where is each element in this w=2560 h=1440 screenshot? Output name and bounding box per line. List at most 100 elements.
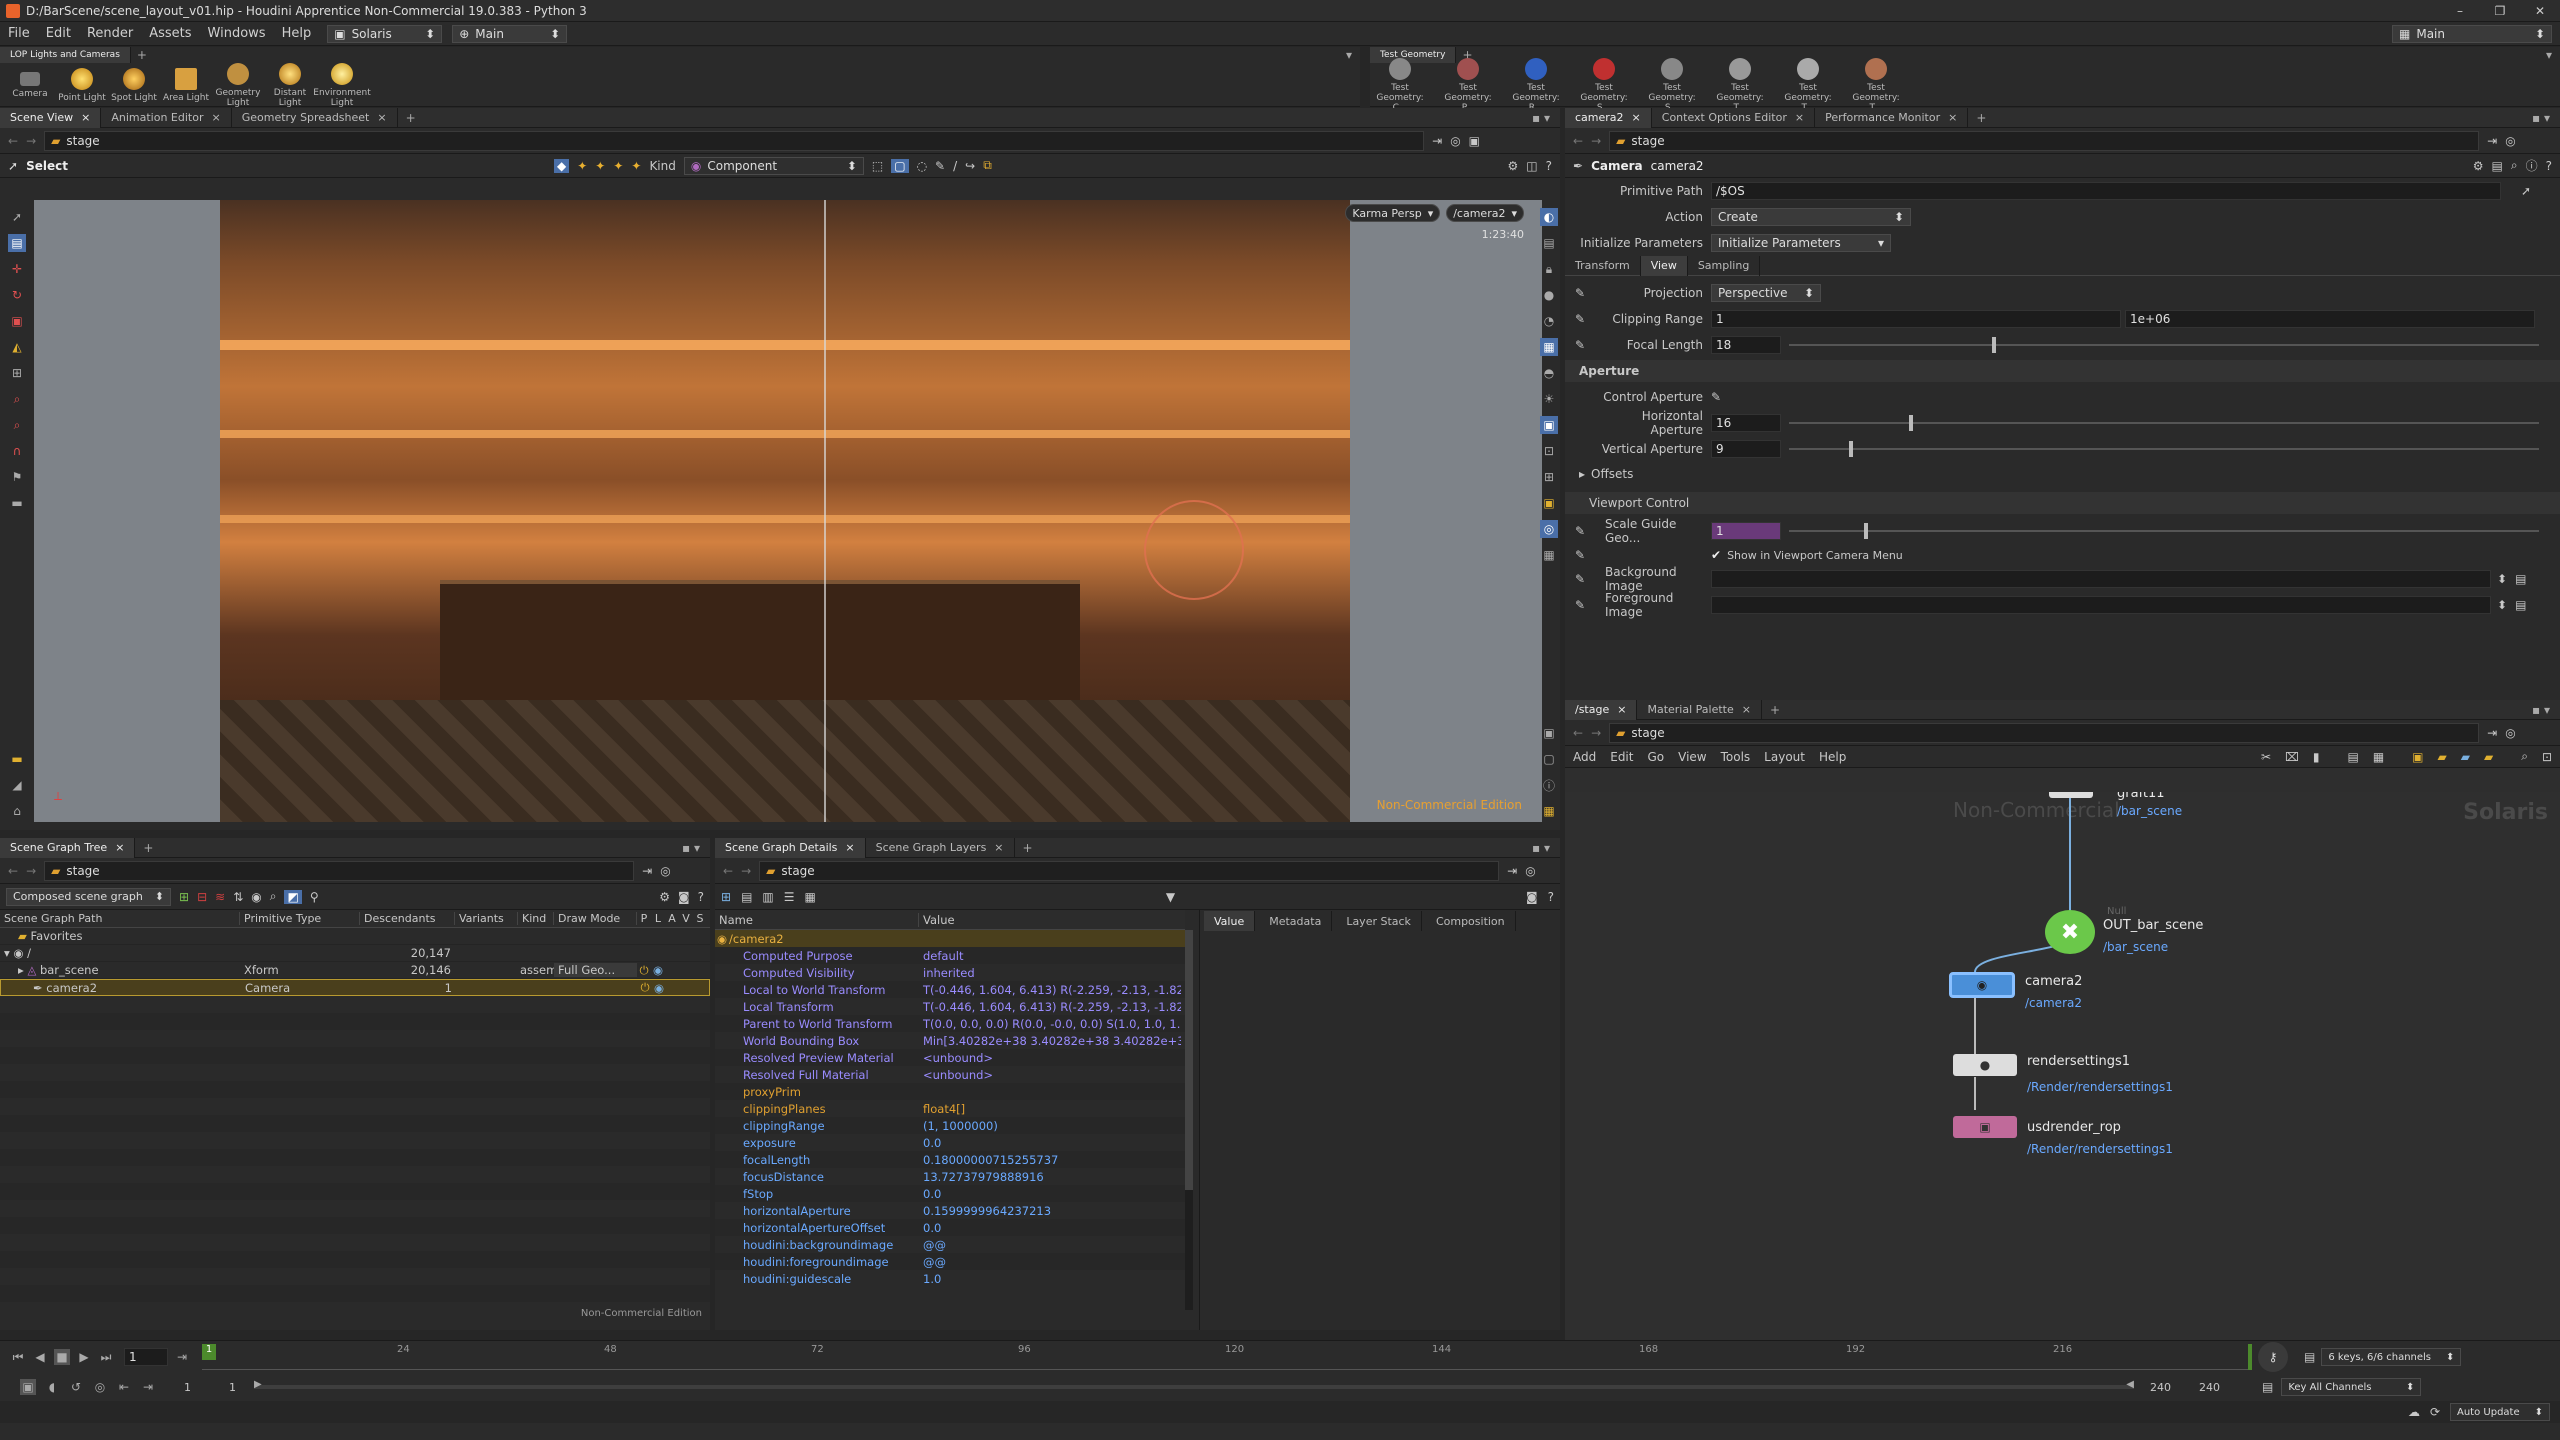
detail-row[interactable]: Resolved Preview Material <unbound> <box>715 1049 1185 1066</box>
detail-row[interactable]: Computed Purpose default <box>715 947 1185 964</box>
close-icon[interactable]: × <box>212 111 221 124</box>
pane-menu-icon[interactable]: ▪ ▾ <box>2532 703 2550 717</box>
render-region-icon[interactable]: ▣ <box>1540 416 1558 434</box>
pin-icon[interactable]: ⇥ <box>1507 864 1517 878</box>
col-v[interactable]: V <box>679 912 693 925</box>
sphere-icon[interactable]: ● <box>1540 286 1558 304</box>
jump-start-icon[interactable]: ⏮ <box>10 1349 26 1365</box>
details-scrollbar[interactable] <box>1185 930 1193 1310</box>
slider-knob[interactable] <box>1864 523 1868 539</box>
filter-icon[interactable]: ⊞ <box>179 890 189 904</box>
forward-arrow-icon[interactable]: → <box>26 864 36 878</box>
close-icon[interactable]: × <box>115 841 124 854</box>
secure-selection-icon[interactable]: ⬚ <box>872 159 883 173</box>
display-tool-icon[interactable]: ◢ <box>8 776 26 794</box>
col-path[interactable]: Scene Graph Path <box>0 912 240 925</box>
background-icon[interactable]: ▣ <box>1540 494 1558 512</box>
wrench-icon[interactable]: ✂ <box>2261 750 2271 764</box>
col-p[interactable]: P <box>637 912 651 925</box>
add-tab-icon[interactable]: + <box>1023 841 1033 855</box>
prim-row[interactable]: ◉ /camera2 <box>715 930 1185 947</box>
stop-icon[interactable]: ▢ <box>1540 750 1558 768</box>
menu-edit[interactable]: Edit <box>46 26 71 41</box>
test-geo-tool-1[interactable]: Test Geometry: C... <box>1374 57 1426 113</box>
expand-arrow-icon[interactable]: ◉ <box>715 932 729 946</box>
vap-slider[interactable] <box>1789 441 2539 457</box>
col-variants[interactable]: Variants <box>455 912 518 925</box>
tab-composition[interactable]: Composition <box>1426 911 1516 931</box>
tab-stage-network[interactable]: /stage × <box>1565 699 1638 720</box>
expand-arrow-icon[interactable]: ▾ <box>4 946 10 960</box>
offsets-row[interactable]: ▸ Offsets <box>1565 462 2560 486</box>
distant-light-tool[interactable]: Distant Light <box>264 62 316 108</box>
lock-camera-icon[interactable]: ▤ <box>1540 234 1558 252</box>
dropper-icon[interactable]: ⌧ <box>2285 750 2299 764</box>
list-icon[interactable]: ▤ <box>741 890 752 904</box>
tab-material-palette[interactable]: Material Palette × <box>1637 699 1762 720</box>
add-shelf-tab-icon[interactable]: + <box>137 48 147 62</box>
pane-menu-icon[interactable]: ▪ ▾ <box>1532 111 1550 125</box>
loop-icon[interactable]: ↺ <box>68 1379 84 1395</box>
expand-icon[interactable]: ◉ <box>251 890 261 904</box>
info-icon[interactable]: ⓘ <box>2526 157 2538 174</box>
laser-select-icon[interactable]: / <box>953 159 957 173</box>
network-canvas[interactable]: Non-Commercial Solaris graft11 /bar_scen… <box>1565 792 2560 1340</box>
brush-select-icon[interactable]: ✎ <box>935 159 945 173</box>
test-geo-tool-3[interactable]: Test Geometry: R... <box>1510 57 1562 113</box>
link-icon[interactable]: ◎ <box>2505 134 2515 148</box>
file-browse-icon[interactable]: ▤ <box>2515 572 2526 586</box>
menu-file[interactable]: File <box>8 26 30 41</box>
show-menu-checkbox[interactable]: ✔ <box>1711 548 1721 562</box>
detail-row[interactable]: horizontalAperture 0.1599999964237213 <box>715 1202 1185 1219</box>
tab-animation-editor[interactable]: Animation Editor × <box>101 107 232 128</box>
close-icon[interactable]: × <box>81 111 90 124</box>
tree-view-icon[interactable]: ⊞ <box>721 890 731 904</box>
timeline-track[interactable]: 1 24 48 72 96 120 144 168 192 216 <box>202 1344 2252 1370</box>
pane-menu-icon[interactable]: ▪ ▾ <box>682 841 700 855</box>
viewer-gear-icon[interactable]: ⚙ <box>1508 159 1519 173</box>
camera-view-icon[interactable]: ⊞ <box>1540 468 1558 486</box>
list-view-icon[interactable]: ▤ <box>2347 750 2358 764</box>
slider-knob[interactable] <box>1991 337 1996 353</box>
close-button[interactable]: ✕ <box>2520 4 2560 18</box>
edit-pencil-icon[interactable]: ✎ <box>1565 572 1595 586</box>
stage-tool-icon[interactable]: ▬ <box>8 494 26 512</box>
forward-arrow-icon[interactable]: → <box>1591 726 1601 740</box>
handle-tool-icon[interactable]: ◭ <box>8 338 26 356</box>
detail-row[interactable]: exposure 0.0 <box>715 1134 1185 1151</box>
zoom-icon[interactable]: ⌕ <box>2521 749 2528 764</box>
move-tool-icon[interactable]: ✛ <box>8 260 26 278</box>
range-handle-right[interactable]: ◀ <box>2126 1379 2134 1390</box>
grid-view-icon[interactable]: ▦ <box>2373 750 2384 764</box>
clip-near-field[interactable]: 1 <box>1711 310 2121 328</box>
link-icon[interactable]: ◎ <box>1450 134 1460 148</box>
pane-menu-icon[interactable]: ▪ ▾ <box>1532 841 1550 855</box>
auto-update-dropdown[interactable]: Auto Update ⬍ <box>2450 1403 2550 1421</box>
refresh-icon[interactable]: ⟳ <box>2430 1405 2440 1419</box>
init-dropdown[interactable]: Initialize Parameters ▾ <box>1711 234 1891 252</box>
detail-row[interactable]: Local Transform T(-0.446, 1.604, 6.413) R… <box>715 998 1185 1015</box>
pose-tool-icon[interactable]: ⊞ <box>8 364 26 382</box>
net-menu-edit[interactable]: Edit <box>1610 750 1633 764</box>
test-geo-tool-2[interactable]: Test Geometry: P... <box>1442 57 1494 113</box>
maximize-button[interactable]: ❐ <box>2480 4 2520 18</box>
close-icon[interactable]: × <box>1948 111 1957 124</box>
hap-field[interactable]: 16 <box>1711 414 1781 432</box>
detail-row[interactable]: Resolved Full Material <unbound> <box>715 1066 1185 1083</box>
shelf-menu-icon[interactable]: ▾ <box>1346 48 1352 62</box>
bg-image-field[interactable] <box>1711 570 2491 588</box>
flag-icon[interactable]: ▣ <box>2412 750 2423 764</box>
link-icon[interactable]: ◎ <box>1525 864 1535 878</box>
menu-render[interactable]: Render <box>87 26 133 41</box>
tab-geometry-spreadsheet[interactable]: Geometry Spreadsheet × <box>232 107 398 128</box>
audio-icon[interactable]: ◖ <box>44 1379 60 1395</box>
col-type[interactable]: Primitive Type <box>240 912 360 925</box>
link-icon[interactable]: ◎ <box>2505 726 2515 740</box>
detail-row[interactable]: horizontalApertureOffset 0.0 <box>715 1219 1185 1236</box>
close-icon[interactable]: × <box>1742 703 1751 716</box>
col-a[interactable]: A <box>665 912 679 925</box>
detail-row[interactable]: focusDistance 13.72737979888916 <box>715 1168 1185 1185</box>
rotate-tool-icon[interactable]: ↻ <box>8 286 26 304</box>
edit-pencil-icon[interactable]: ✎ <box>1565 524 1595 538</box>
help-icon[interactable]: ? <box>1546 159 1552 173</box>
